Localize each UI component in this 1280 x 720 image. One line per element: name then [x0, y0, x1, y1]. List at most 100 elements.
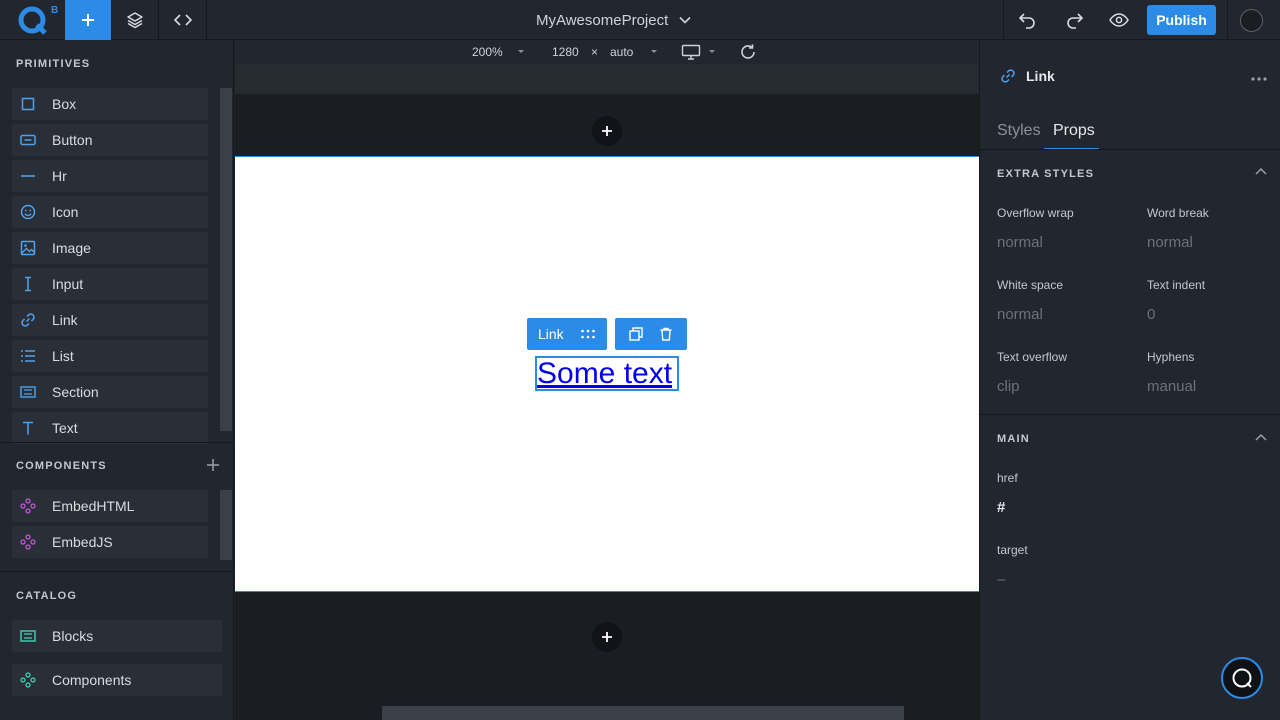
link-icon: [1001, 69, 1015, 83]
project-selector[interactable]: MyAwesomeProject: [536, 0, 692, 40]
divider: [0, 442, 234, 443]
primitive-hr[interactable]: Hr: [12, 160, 208, 192]
prop-value-hyphens[interactable]: manual: [1147, 378, 1196, 395]
primitives-title: PRIMITIVES: [16, 58, 91, 70]
caret-down-icon: [709, 50, 715, 53]
item-label: Blocks: [52, 628, 94, 644]
height-select[interactable]: auto: [610, 40, 663, 64]
list-icon: [20, 348, 36, 364]
code-button[interactable]: [160, 0, 207, 40]
zoom-select[interactable]: 200%: [472, 40, 527, 64]
prop-value-overflow-wrap[interactable]: normal: [997, 234, 1043, 251]
link-icon: [20, 312, 36, 328]
canvas-top-band: [235, 64, 979, 94]
divider: [0, 571, 234, 572]
width-input[interactable]: 1280: [552, 40, 579, 64]
chevron-down-icon: [679, 16, 691, 24]
add-section-button[interactable]: [592, 116, 622, 146]
prop-label-target: target: [997, 543, 1028, 557]
primitives-scrollbar[interactable]: [220, 88, 232, 431]
monitor-icon: [681, 44, 701, 60]
selection-label[interactable]: Link: [527, 318, 607, 350]
item-label: Components: [52, 672, 132, 688]
divider: [1003, 0, 1004, 40]
canvas-toolbar: 200% 1280 × auto: [235, 40, 979, 64]
primitive-icon[interactable]: Icon: [12, 196, 208, 228]
prop-label-hyphens: Hyphens: [1147, 350, 1195, 364]
element-header: Link: [1000, 68, 1055, 84]
refresh-button[interactable]: [739, 40, 757, 64]
item-label: Box: [52, 96, 77, 112]
primitive-image[interactable]: Image: [12, 232, 208, 264]
eye-icon: [1109, 13, 1129, 27]
app-logo[interactable]: B: [0, 0, 65, 40]
canvas-bottom-bar: [382, 706, 904, 720]
prop-value-word-break[interactable]: normal: [1147, 234, 1193, 251]
component-icon: [20, 498, 36, 514]
publish-button[interactable]: Publish: [1147, 5, 1216, 35]
layers-icon: [127, 12, 143, 29]
button-icon: [20, 132, 36, 148]
add-button[interactable]: [65, 0, 112, 40]
item-label: Image: [52, 240, 91, 256]
primitive-link[interactable]: Link: [12, 304, 208, 336]
tab-props[interactable]: Props: [1053, 122, 1095, 140]
divider: [980, 149, 1280, 150]
code-icon: [174, 14, 192, 26]
undo-icon: [1018, 13, 1035, 29]
text-icon: [20, 420, 36, 436]
components-scrollbar[interactable]: [220, 490, 232, 560]
box-icon: [20, 96, 36, 112]
catalog-components[interactable]: Components: [12, 664, 222, 696]
plus-icon: [602, 632, 612, 642]
trash-icon: [660, 327, 672, 341]
component-embedjs[interactable]: EmbedJS: [12, 526, 208, 558]
redo-button[interactable]: [1060, 0, 1090, 40]
duplicate-button[interactable]: [629, 327, 643, 341]
catalog-title: CATALOG: [16, 590, 78, 602]
primitive-list[interactable]: List: [12, 340, 208, 372]
tab-styles[interactable]: Styles: [997, 122, 1041, 140]
delete-button[interactable]: [659, 327, 673, 341]
add-section-button[interactable]: [592, 622, 622, 652]
selected-link-element[interactable]: Some text: [535, 356, 679, 391]
prop-value-href[interactable]: #: [997, 499, 1005, 516]
prop-value-white-space[interactable]: normal: [997, 306, 1043, 323]
item-label: Button: [52, 132, 93, 148]
smiley-icon: [20, 204, 36, 220]
item-label: Input: [52, 276, 84, 292]
primitive-text[interactable]: Text: [12, 412, 208, 444]
undo-button[interactable]: [1012, 0, 1042, 40]
help-chat-button[interactable]: [1221, 657, 1263, 699]
more-button[interactable]: [1250, 76, 1268, 82]
drag-handle-icon[interactable]: [580, 328, 596, 340]
item-label: EmbedHTML: [52, 498, 135, 514]
item-label: Hr: [52, 168, 67, 184]
component-embedhtml[interactable]: EmbedHTML: [12, 490, 208, 522]
primitive-button[interactable]: Button: [12, 124, 208, 156]
layers-button[interactable]: [112, 0, 159, 40]
avatar[interactable]: [1240, 9, 1263, 32]
prop-value-text-indent[interactable]: 0: [1147, 306, 1155, 323]
device-select[interactable]: [681, 40, 717, 64]
duplicate-icon: [629, 327, 643, 341]
catalog-blocks[interactable]: Blocks: [12, 620, 222, 652]
plus-icon: [207, 459, 219, 471]
primitive-section[interactable]: Section: [12, 376, 208, 408]
width-value: 1280: [552, 45, 579, 59]
add-component-button[interactable]: [206, 458, 220, 472]
collapse-extra-styles-button[interactable]: [1255, 166, 1267, 178]
prop-value-text-overflow[interactable]: clip: [997, 378, 1020, 395]
prop-label-overflow-wrap: Overflow wrap: [997, 206, 1074, 220]
prop-label-white-space: White space: [997, 278, 1064, 292]
primitive-input[interactable]: Input: [12, 268, 208, 300]
plus-icon: [82, 14, 94, 26]
item-label: Link: [52, 312, 78, 328]
prop-value-target[interactable]: –: [997, 571, 1005, 588]
prop-label-text-overflow: Text overflow: [997, 350, 1068, 364]
item-label: Icon: [52, 204, 79, 220]
sidebar: PRIMITIVES Box Button Hr Icon Image Inpu…: [0, 40, 234, 720]
preview-button[interactable]: [1104, 0, 1134, 40]
collapse-main-button[interactable]: [1255, 432, 1267, 444]
primitive-box[interactable]: Box: [12, 88, 208, 120]
